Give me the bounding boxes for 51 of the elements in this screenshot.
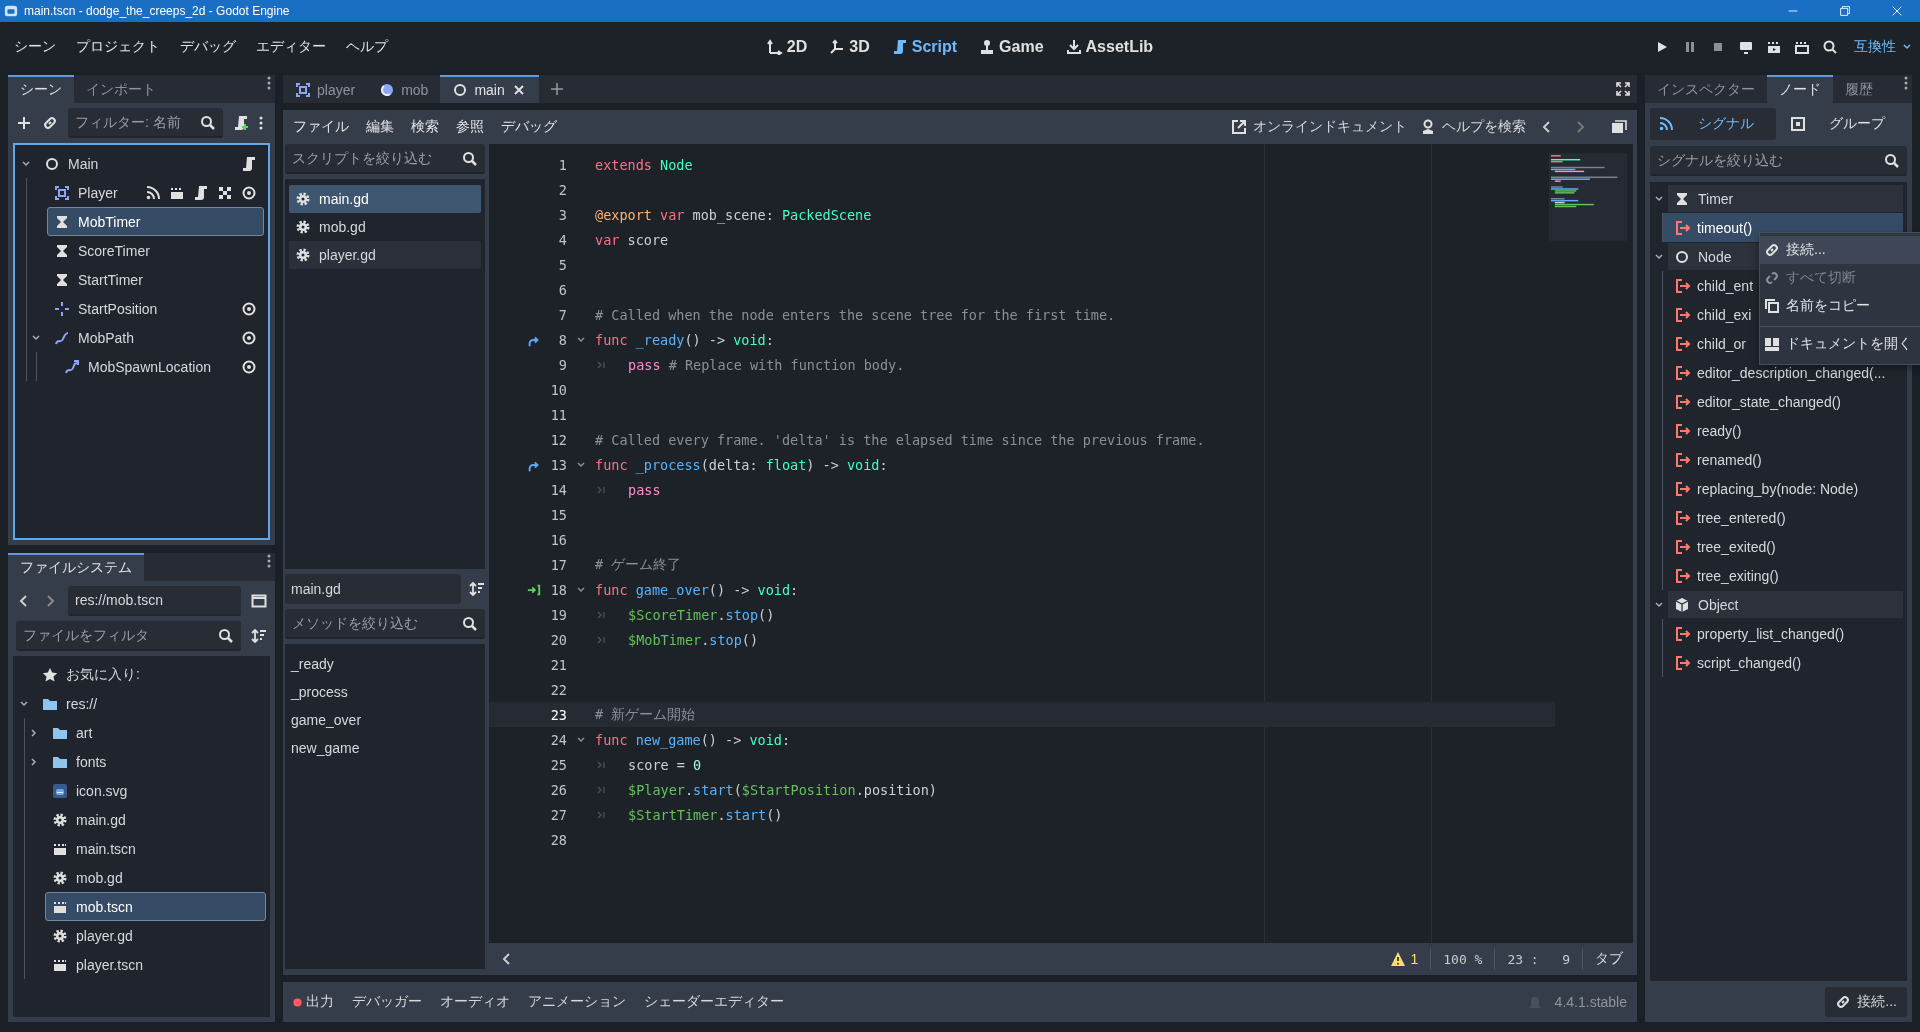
line-number: 5: [557, 256, 567, 273]
code-line: $StartTimer.start(): [628, 806, 783, 823]
line-number: 26: [549, 781, 567, 798]
code-line: # Called every frame. 'delta' is the elapsed time since the previous frame.: [595, 431, 1205, 448]
line-number: 22: [549, 681, 567, 698]
code-line: func _process(delta: float) -> void:: [595, 456, 888, 473]
line-number: 23: [549, 706, 567, 723]
code-line: $Player.start($StartPosition.position): [628, 781, 937, 798]
code-line: $MobTimer.stop(): [628, 631, 759, 648]
line-number: 13: [549, 456, 567, 473]
cursor-position: 23 : 9: [1507, 951, 1570, 967]
line-number: 16: [549, 531, 567, 548]
code-line: pass # Replace with function body.: [628, 356, 905, 373]
line-number: 27: [549, 806, 567, 823]
line-number: 24: [549, 731, 567, 748]
code-line: # Called when the node enters the scene tree for the first time.: [595, 306, 1116, 323]
line-number: 21: [549, 656, 567, 673]
line-number: 15: [549, 506, 567, 523]
code-line: func game_over() -> void:: [595, 581, 799, 598]
code-line: func _ready() -> void:: [595, 331, 774, 348]
version-label: 4.4.1.stable: [1554, 994, 1627, 1010]
current-script-name: main.gd: [285, 574, 461, 604]
line-number: 12: [549, 431, 567, 448]
line-number: 4: [557, 231, 567, 248]
code-line: pass: [628, 481, 661, 498]
code-line: $ScoreTimer.stop(): [628, 606, 775, 623]
code-line: # 新ゲーム開始: [595, 705, 696, 724]
code-line: @export var mob_scene: PackedScene: [595, 206, 872, 223]
line-number: 8: [557, 331, 567, 348]
warning-number: 1: [1410, 951, 1419, 967]
line-number: 6: [557, 281, 567, 298]
code-line: score = 0: [628, 756, 702, 773]
line-number: 1: [557, 156, 567, 173]
line-number: 9: [557, 356, 567, 373]
line-number: 17: [549, 556, 567, 573]
line-number: 10: [549, 381, 567, 398]
line-number: 18: [549, 581, 567, 598]
line-number: 28: [549, 831, 567, 848]
line-number: 14: [549, 481, 567, 498]
code-line: var score: [595, 231, 669, 248]
code-line: # ゲーム終了: [595, 555, 682, 574]
line-number: 2: [557, 181, 567, 198]
line-number: 3: [557, 206, 567, 223]
line-number: 25: [549, 756, 567, 773]
window-title: main.tscn - dodge_the_creeps_2d - Godot Engine: [24, 4, 290, 18]
code-line: func new_game() -> void:: [595, 731, 791, 748]
line-number: 19: [549, 606, 567, 623]
line-number: 7: [557, 306, 567, 323]
code-line: extends Node: [595, 156, 693, 173]
line-number: 20: [549, 631, 567, 648]
line-number: 11: [549, 406, 567, 423]
